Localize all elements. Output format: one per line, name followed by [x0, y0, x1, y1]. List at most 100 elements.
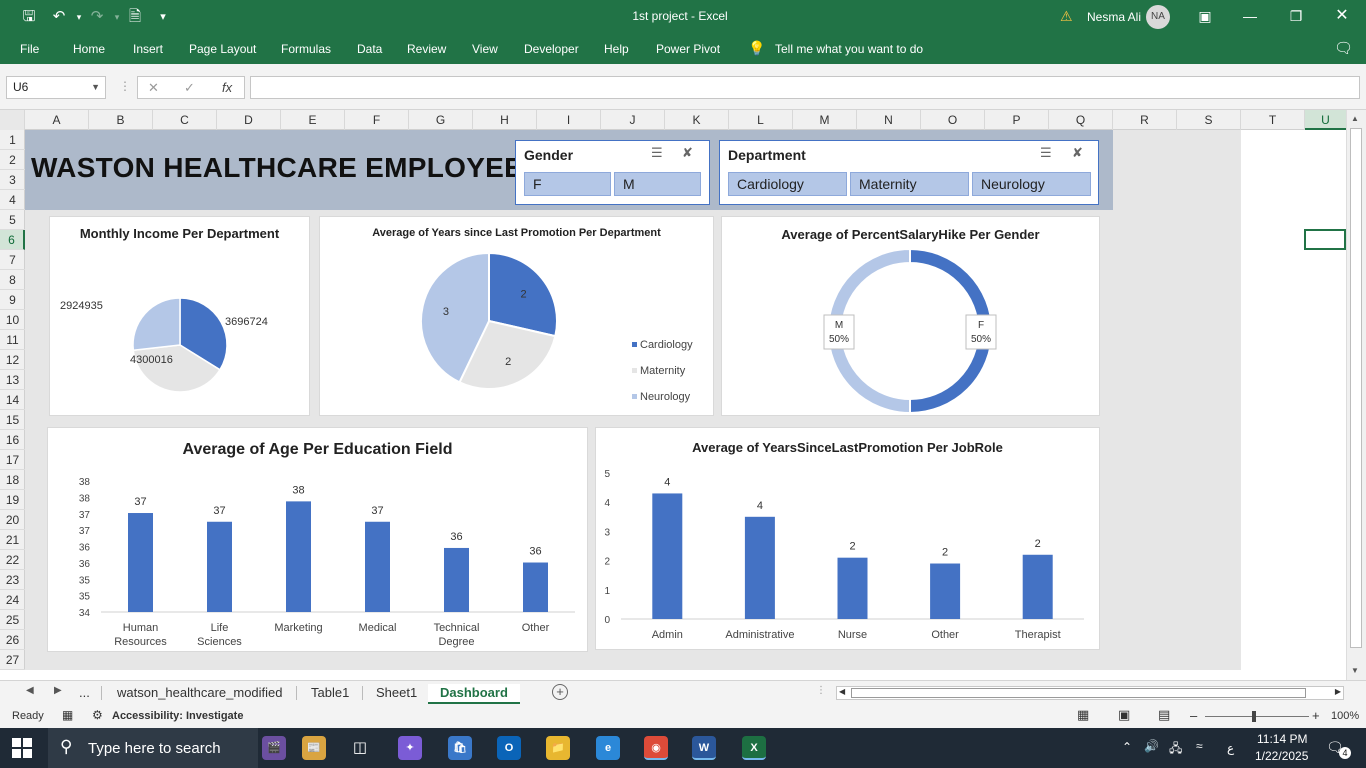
task-view-icon[interactable]: ◫: [348, 736, 372, 760]
column-header-k[interactable]: K: [665, 110, 729, 130]
column-header-a[interactable]: A: [25, 110, 89, 130]
column-header-e[interactable]: E: [281, 110, 345, 130]
tab-insert[interactable]: Insert: [133, 42, 163, 56]
row-header-6[interactable]: 6: [0, 230, 25, 250]
row-header-3[interactable]: 3: [0, 170, 25, 190]
slicer-item-maternity[interactable]: Maternity: [850, 172, 969, 196]
volume-icon[interactable]: 🔊: [1144, 739, 1159, 753]
chart-promotion-per-department[interactable]: Average of Years since Last Promotion Pe…: [319, 216, 714, 416]
scroll-right-icon[interactable]: ▶: [1335, 687, 1341, 696]
tab-table1[interactable]: Table1: [311, 684, 349, 704]
chevron-up-icon[interactable]: ⌃: [1122, 740, 1132, 754]
row-header-25[interactable]: 25: [0, 610, 25, 630]
column-header-c[interactable]: C: [153, 110, 217, 130]
zoom-out-icon[interactable]: –: [1190, 708, 1197, 723]
chart-salary-hike-gender[interactable]: Average of PercentSalaryHike Per Gender …: [721, 216, 1100, 416]
row-header-9[interactable]: 9: [0, 290, 25, 310]
tab-watson-healthcare-modified[interactable]: watson_healthcare_modified: [117, 684, 283, 704]
scroll-up-icon[interactable]: ▲: [1351, 114, 1359, 123]
row-header-27[interactable]: 27: [0, 650, 25, 670]
tab-help[interactable]: Help: [604, 42, 629, 56]
chart-monthly-income[interactable]: Monthly Income Per Department 3696724 430…: [49, 216, 310, 416]
clear-filter-icon[interactable]: ✘: [1072, 145, 1083, 161]
more-sheets-button[interactable]: ...: [79, 684, 90, 704]
chart-age-education[interactable]: Average of Age Per Education Field 34 35 3…: [47, 427, 588, 652]
row-header-5[interactable]: 5: [0, 210, 25, 230]
column-header-u[interactable]: U: [1305, 110, 1347, 130]
chevron-down-icon[interactable]: ▼: [91, 77, 100, 98]
tab-review[interactable]: Review: [407, 42, 446, 56]
vertical-scrollbar[interactable]: ▲ ▼: [1346, 110, 1366, 680]
row-header-23[interactable]: 23: [0, 570, 25, 590]
redo-icon[interactable]: ↷: [86, 7, 108, 27]
tab-dashboard[interactable]: Dashboard: [428, 684, 520, 704]
scrollbar-thumb[interactable]: [851, 688, 1306, 698]
enter-icon[interactable]: ✓: [184, 80, 195, 96]
next-sheet-icon[interactable]: ▶: [54, 685, 62, 696]
excel-icon[interactable]: X: [742, 736, 766, 760]
row-header-4[interactable]: 4: [0, 190, 25, 210]
horizontal-scrollbar[interactable]: ◀ ▶: [836, 686, 1344, 700]
more-options-icon[interactable]: ⋮: [816, 685, 826, 696]
tab-sheet1[interactable]: Sheet1: [376, 684, 417, 704]
store-icon[interactable]: 🛍: [448, 736, 472, 760]
formula-input[interactable]: [250, 76, 1360, 99]
taskbar-search[interactable]: ⚲ Type here to search: [48, 728, 258, 768]
comments-icon[interactable]: 🗨: [1334, 39, 1353, 57]
tab-page-layout[interactable]: Page Layout: [189, 42, 256, 56]
column-header-f[interactable]: F: [345, 110, 409, 130]
column-header-p[interactable]: P: [985, 110, 1049, 130]
tab-data[interactable]: Data: [357, 42, 382, 56]
column-header-m[interactable]: M: [793, 110, 857, 130]
row-header-2[interactable]: 2: [0, 150, 25, 170]
empty-cells[interactable]: [1241, 130, 1346, 670]
file-explorer-icon[interactable]: 📁: [546, 736, 570, 760]
zoom-slider-thumb[interactable]: [1252, 711, 1256, 722]
clear-filter-icon[interactable]: ✘: [682, 145, 693, 161]
row-header-22[interactable]: 22: [0, 550, 25, 570]
name-box[interactable]: U6 ▼: [6, 76, 106, 99]
multi-select-icon[interactable]: ☰: [1040, 145, 1052, 161]
accessibility-icon[interactable]: ⚙: [92, 708, 103, 722]
normal-view-icon[interactable]: ▦: [1077, 707, 1089, 723]
column-header-r[interactable]: R: [1113, 110, 1177, 130]
zoom-slider[interactable]: [1205, 716, 1309, 717]
wifi-icon[interactable]: ≈: [1196, 739, 1203, 753]
zoom-level[interactable]: 100%: [1331, 710, 1359, 722]
select-all-corner[interactable]: [0, 110, 25, 130]
row-header-15[interactable]: 15: [0, 410, 25, 430]
column-header-b[interactable]: B: [89, 110, 153, 130]
chrome-icon[interactable]: ◉: [644, 736, 668, 760]
save-icon[interactable]: 🖫: [18, 7, 40, 27]
windows-start-icon[interactable]: [12, 738, 32, 758]
avatar[interactable]: NA: [1146, 5, 1170, 29]
row-header-11[interactable]: 11: [0, 330, 25, 350]
warning-icon[interactable]: ⚠: [1060, 8, 1073, 25]
copilot-icon[interactable]: ✦: [398, 736, 422, 760]
prev-sheet-icon[interactable]: ◀: [26, 685, 34, 696]
column-header-n[interactable]: N: [857, 110, 921, 130]
close-icon[interactable]: ✕: [1330, 6, 1354, 28]
insert-function-icon[interactable]: fx: [222, 80, 232, 95]
row-header-17[interactable]: 17: [0, 450, 25, 470]
row-header-10[interactable]: 10: [0, 310, 25, 330]
column-header-d[interactable]: D: [217, 110, 281, 130]
row-header-24[interactable]: 24: [0, 590, 25, 610]
scroll-down-icon[interactable]: ▼: [1351, 666, 1359, 675]
network-icon[interactable]: 🖧: [1169, 739, 1182, 760]
slicer-item-cardiology[interactable]: Cardiology: [728, 172, 847, 196]
column-header-i[interactable]: I: [537, 110, 601, 130]
column-header-g[interactable]: G: [409, 110, 473, 130]
ribbon-display-icon[interactable]: ▣: [1193, 6, 1217, 28]
input-language[interactable]: ع: [1227, 741, 1234, 755]
row-header-26[interactable]: 26: [0, 630, 25, 650]
news-icon[interactable]: 📰: [302, 736, 326, 760]
active-cell[interactable]: [1304, 229, 1346, 250]
add-sheet-icon[interactable]: +: [552, 684, 568, 700]
macro-record-icon[interactable]: ▦: [62, 708, 73, 722]
multi-select-icon[interactable]: ☰: [651, 145, 663, 161]
tab-developer[interactable]: Developer: [524, 42, 579, 56]
new-document-icon[interactable]: 🗎: [124, 7, 146, 27]
lightbulb-icon[interactable]: 💡: [748, 40, 765, 57]
row-header-1[interactable]: 1: [0, 130, 25, 150]
